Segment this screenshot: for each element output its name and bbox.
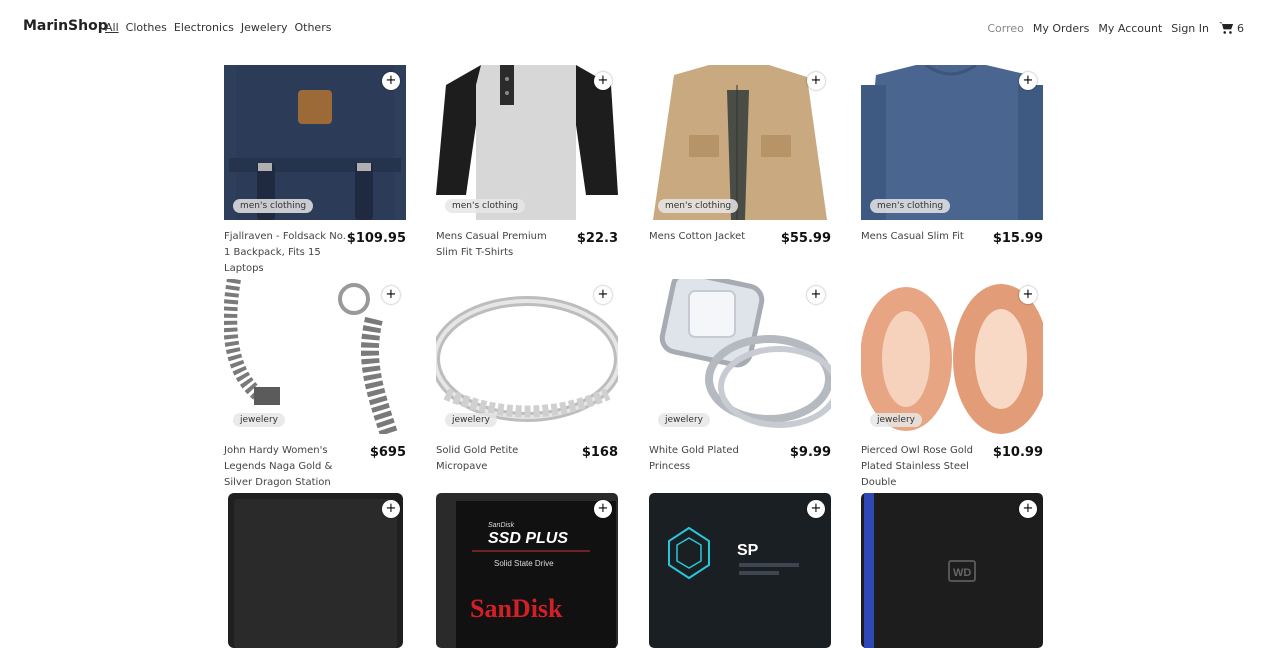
product-price: $168	[581, 445, 618, 460]
product-image[interactable]: + jewelery	[436, 279, 618, 434]
add-to-cart-button[interactable]: +	[382, 500, 400, 518]
category-tag: men's clothing	[870, 199, 951, 213]
cart-button[interactable]: 6	[1218, 21, 1244, 35]
add-to-cart-button[interactable]: +	[807, 72, 825, 90]
sign-in-link[interactable]: Sign In	[1171, 22, 1209, 35]
user-email: Correo	[987, 21, 1024, 35]
wd-logo: WD	[953, 567, 971, 579]
product-card[interactable]: + men's clothing Mens Casual Slim Fit $1…	[861, 65, 1043, 246]
category-nav: All Clothes Electronics Jewelery Others	[105, 21, 331, 34]
add-to-cart-button[interactable]: +	[807, 500, 825, 518]
add-to-cart-button[interactable]: +	[594, 72, 612, 90]
jacket-image	[649, 65, 831, 220]
product-image[interactable]: + men's clothing	[436, 65, 618, 220]
nav-category-all[interactable]: All	[105, 21, 119, 34]
diamond-ring-image	[649, 279, 831, 434]
product-price: $9.99	[789, 445, 831, 460]
category-tag: jewelery	[870, 413, 922, 427]
my-account-link[interactable]: My Account	[1098, 22, 1162, 35]
my-orders-link[interactable]: My Orders	[1033, 22, 1090, 35]
product-image[interactable]: + jewelery	[224, 279, 406, 434]
product-title[interactable]: Solid Gold Petite Micropave	[436, 443, 566, 475]
nav-category-clothes[interactable]: Clothes	[126, 21, 167, 34]
product-title[interactable]: White Gold Plated Princess	[649, 443, 779, 475]
longsleeve-image	[861, 65, 1043, 220]
sandisk-logo-large: SanDisk	[470, 594, 563, 623]
bracelet-image	[224, 279, 406, 434]
product-title[interactable]: Mens Casual Slim Fit	[861, 229, 991, 246]
brand-logo[interactable]: MarinShop	[23, 18, 108, 34]
product-card[interactable]: + jewelery Solid Gold Petite Micropave $…	[436, 279, 618, 475]
category-tag: jewelery	[658, 413, 710, 427]
plugs-image	[861, 279, 1043, 434]
add-to-cart-button[interactable]: +	[594, 286, 612, 304]
product-card[interactable]: + jewelery John Hardy Women's Legends Na…	[224, 279, 406, 507]
product-price: $55.99	[780, 231, 831, 246]
nav-category-electronics[interactable]: Electronics	[174, 21, 234, 34]
top-navbar: MarinShop All Clothes Electronics Jewele…	[0, 0, 1280, 56]
category-tag: jewelery	[445, 413, 497, 427]
add-to-cart-button[interactable]: +	[807, 286, 825, 304]
add-to-cart-button[interactable]: +	[594, 500, 612, 518]
add-to-cart-button[interactable]: +	[1019, 72, 1037, 90]
product-title[interactable]: Mens Cotton Jacket	[649, 229, 779, 246]
cart-icon	[1219, 22, 1233, 34]
product-image[interactable]: + jewelery	[649, 279, 831, 434]
category-tag: jewelery	[233, 413, 285, 427]
nav-category-jewelery[interactable]: Jewelery	[241, 21, 288, 34]
product-image[interactable]: + men's clothing	[649, 65, 831, 220]
add-to-cart-button[interactable]: +	[382, 72, 400, 90]
product-image[interactable]: + jewelery	[861, 279, 1043, 434]
sp-logo: SP	[737, 542, 759, 559]
sandisk-subtitle: Solid State Drive	[494, 559, 554, 568]
cart-count: 6	[1237, 21, 1244, 35]
product-image[interactable]: + men's clothing	[861, 65, 1043, 220]
sandisk-brand-small: SanDisk	[488, 522, 515, 529]
category-tag: men's clothing	[658, 199, 739, 213]
product-price: $109.95	[346, 231, 406, 246]
ring-image	[436, 279, 618, 434]
product-image[interactable]: + men's clothing	[224, 65, 406, 220]
product-card[interactable]: + men's clothing Mens Cotton Jacket $55.…	[649, 65, 831, 246]
product-price: $15.99	[992, 231, 1043, 246]
category-tag: men's clothing	[233, 199, 314, 213]
product-price: $10.99	[992, 445, 1043, 460]
product-card[interactable]: + men's clothing Fjallraven - Foldsack N…	[224, 65, 406, 277]
product-title[interactable]: Pierced Owl Rose Gold Plated Stainless S…	[861, 443, 991, 491]
nav-category-others[interactable]: Others	[294, 21, 331, 34]
user-nav: Correo My Orders My Account Sign In 6	[987, 21, 1244, 35]
category-tag: men's clothing	[445, 199, 526, 213]
tshirt-image	[436, 65, 618, 220]
sandisk-line-title: SSD PLUS	[488, 530, 568, 547]
product-price: $22.3	[576, 231, 618, 246]
product-title[interactable]: Mens Casual Premium Slim Fit T-Shirts	[436, 229, 566, 261]
add-to-cart-button[interactable]: +	[382, 286, 400, 304]
product-card[interactable]: + jewelery Pierced Owl Rose Gold Plated …	[861, 279, 1043, 491]
product-card[interactable]: + men's clothing Mens Casual Premium Sli…	[436, 65, 618, 261]
add-to-cart-button[interactable]: +	[1019, 286, 1037, 304]
product-title[interactable]: Fjallraven - Foldsack No. 1 Backpack, Fi…	[224, 229, 347, 277]
backpack-image	[224, 65, 406, 220]
product-card[interactable]: + jewelery White Gold Plated Princess $9…	[649, 279, 831, 475]
add-to-cart-button[interactable]: +	[1019, 500, 1037, 518]
